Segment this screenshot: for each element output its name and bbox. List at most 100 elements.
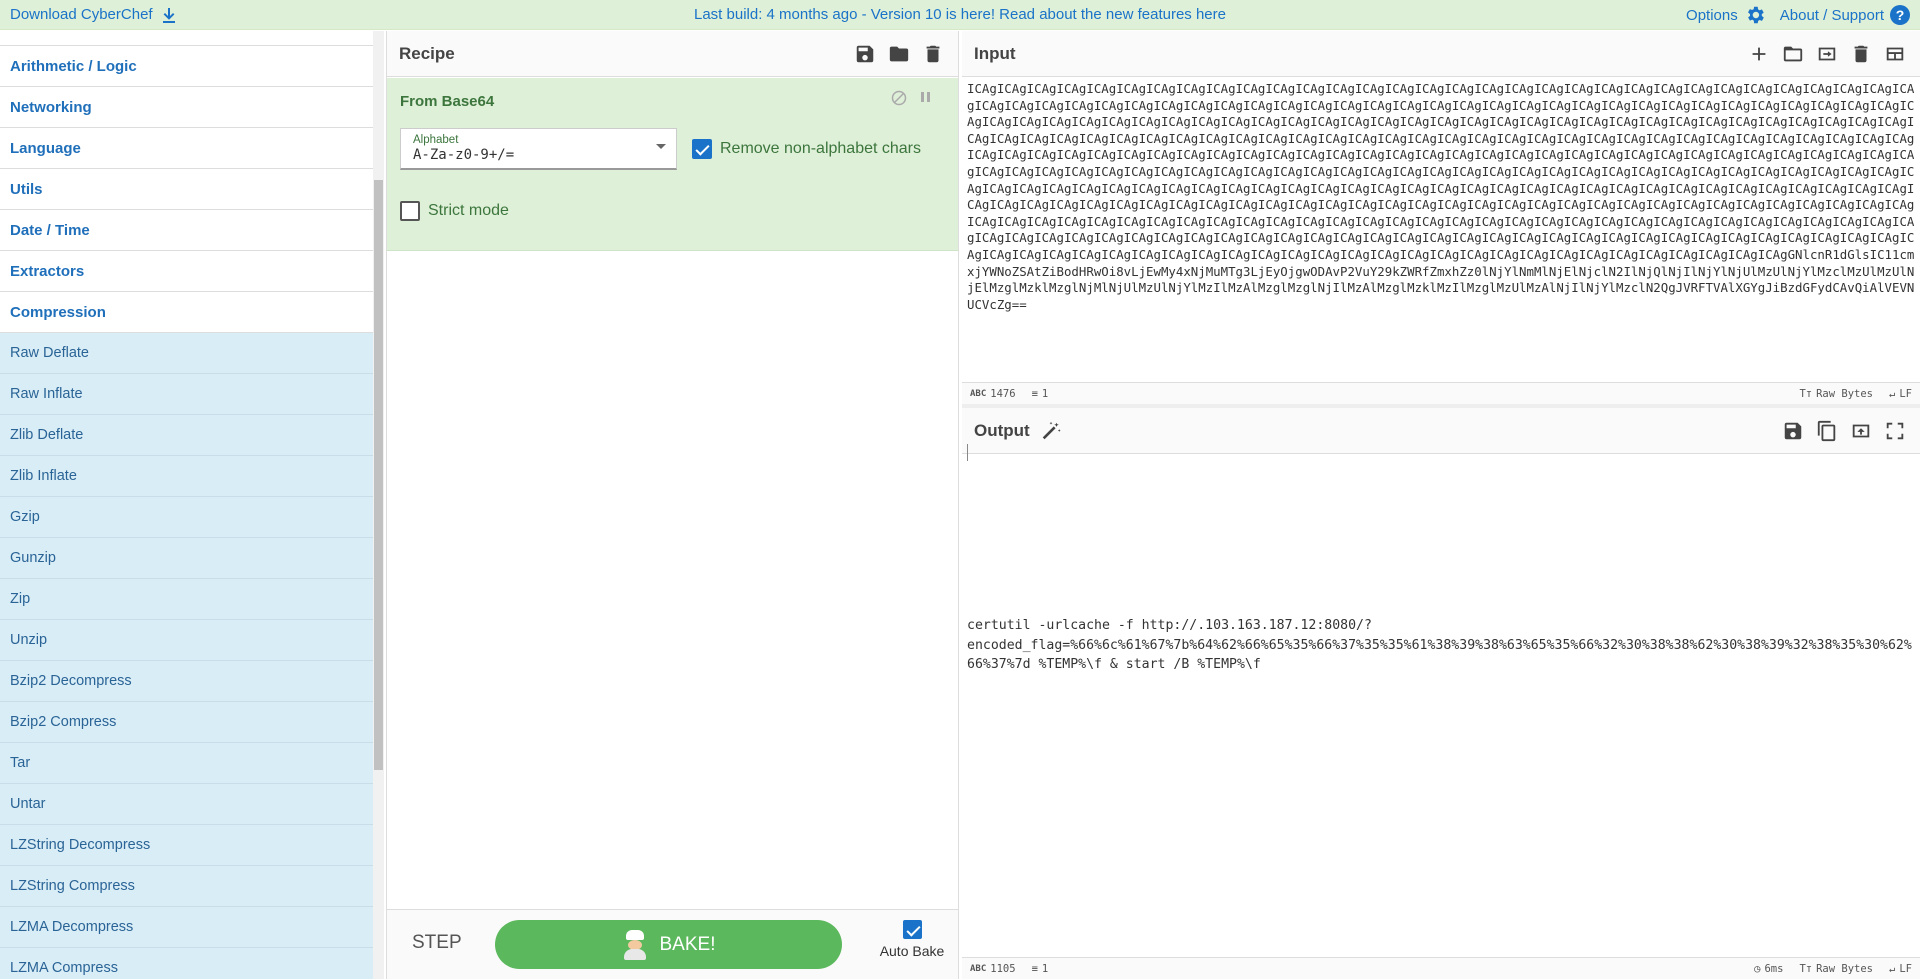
remove-nonalpha-checkbox[interactable]: Remove non-alphabet chars	[692, 139, 921, 159]
output-textarea[interactable]: certutil -urlcache -f http://.103.163.18…	[967, 616, 1915, 675]
operation-item[interactable]: Zlib Inflate	[0, 456, 373, 497]
output-status-bar: ABC 1105 ≡ 1 ◷ 6ms Tт Raw Bytes ↵ LF	[962, 957, 1920, 979]
help-icon: ?	[1890, 5, 1910, 25]
text-encoding-icon: Tт	[1799, 962, 1813, 975]
options-label[interactable]: Options	[1686, 7, 1738, 24]
alphabet-select[interactable]: Alphabet A-Za-z0-9+/=	[400, 128, 677, 170]
input-textarea[interactable]: ICAgICAgICAgICAgICAgICAgICAgICAgICAgICAg…	[967, 81, 1915, 381]
length-icon: ABC	[970, 388, 987, 399]
alphabet-value: A-Za-z0-9+/=	[413, 147, 515, 163]
save-recipe-icon[interactable]	[852, 41, 878, 67]
layout-icon[interactable]	[1882, 41, 1908, 67]
category-utils[interactable]: Utils	[0, 169, 373, 210]
recipe-header: Recipe	[387, 31, 958, 77]
input-pane: Input ICAgICAgICAgICAgICAgICAgICAgICAgIC…	[962, 31, 1920, 406]
checkbox-checked-icon[interactable]	[902, 920, 922, 939]
operation-item[interactable]: Zip	[0, 579, 373, 620]
output-encoding[interactable]: Raw Bytes	[1816, 963, 1873, 975]
chevron-down-icon	[656, 144, 666, 149]
operation-item[interactable]: Raw Inflate	[0, 374, 373, 415]
load-recipe-icon[interactable]	[886, 41, 912, 67]
checkbox-checked-icon[interactable]	[692, 139, 712, 159]
strict-mode-checkbox[interactable]: Strict mode	[400, 201, 509, 221]
from-base64-operation[interactable]: From Base64 Alphabet A-Za-z0-9+/= Remove…	[387, 78, 958, 251]
input-length: 1476	[990, 387, 1016, 400]
operation-item[interactable]: LZMA Compress	[0, 948, 373, 979]
maximize-icon[interactable]	[1882, 418, 1908, 444]
output-eol[interactable]: LF	[1899, 963, 1912, 975]
text-encoding-icon: Tт	[1799, 387, 1813, 400]
about-button[interactable]: About / Support ?	[1780, 5, 1910, 25]
category-compression[interactable]: Compression	[0, 292, 373, 333]
operation-item[interactable]: Tar	[0, 743, 373, 784]
input-title: Input	[974, 43, 1016, 63]
options-button[interactable]: Options	[1686, 4, 1766, 26]
gear-icon	[1747, 6, 1764, 24]
replace-input-icon[interactable]	[1848, 418, 1874, 444]
step-button[interactable]: STEP	[412, 932, 462, 954]
auto-bake-toggle[interactable]: Auto Bake	[872, 920, 952, 959]
operation-item[interactable]: LZMA Decompress	[0, 907, 373, 948]
add-tab-icon[interactable]	[1746, 41, 1772, 67]
operation-item[interactable]: Bzip2 Compress	[0, 702, 373, 743]
input-encoding-button[interactable]: Tт Raw Bytes	[1799, 388, 1873, 400]
operations-list: Arithmetic / Logic Networking Language U…	[0, 31, 373, 979]
operation-title: From Base64	[400, 93, 495, 110]
output-header: Output	[962, 408, 1920, 454]
operation-item[interactable]: Gunzip	[0, 538, 373, 579]
open-file-icon[interactable]	[1814, 41, 1840, 67]
output-eol-button[interactable]: ↵ LF	[1889, 963, 1912, 975]
bake-time: 6ms	[1764, 962, 1784, 975]
output-length: 1105	[990, 962, 1016, 975]
category-arithmetic-logic[interactable]: Arithmetic / Logic	[0, 46, 373, 87]
output-lines: 1	[1041, 962, 1049, 975]
open-folder-icon[interactable]	[1780, 41, 1806, 67]
bake-button[interactable]: BAKE!	[495, 920, 842, 969]
clock-icon: ◷	[1754, 962, 1761, 975]
lines-icon: ≡	[1031, 387, 1038, 400]
input-header: Input	[962, 31, 1920, 77]
input-encoding[interactable]: Raw Bytes	[1816, 388, 1873, 400]
operation-item[interactable]: LZString Compress	[0, 866, 373, 907]
build-notice[interactable]: Last build: 4 months ago - Version 10 is…	[0, 6, 1920, 23]
output-title: Output	[974, 420, 1030, 440]
operation-item[interactable]: Gzip	[0, 497, 373, 538]
eol-icon: ↵	[1889, 962, 1896, 975]
auto-bake-label: Auto Bake	[879, 943, 945, 959]
bake-label: BAKE!	[659, 933, 716, 955]
category-language[interactable]: Language	[0, 128, 373, 169]
copy-output-icon[interactable]	[1814, 418, 1840, 444]
category-networking[interactable]: Networking	[0, 87, 373, 128]
category-date-time[interactable]: Date / Time	[0, 210, 373, 251]
operations-scrollbar-thumb[interactable]	[374, 180, 383, 770]
pause-breakpoint-icon[interactable]	[919, 90, 933, 108]
recipe-title: Recipe	[399, 43, 455, 63]
input-status-bar: ABC 1476 ≡ 1 Tт Raw Bytes ↵ LF	[962, 382, 1920, 404]
checkbox-unchecked-icon[interactable]	[400, 201, 420, 221]
input-eol[interactable]: LF	[1899, 388, 1912, 400]
remove-nonalpha-label: Remove non-alphabet chars	[720, 140, 922, 157]
disable-operation-icon[interactable]	[891, 90, 907, 110]
operation-item[interactable]: Raw Deflate	[0, 333, 373, 374]
clear-recipe-icon[interactable]	[920, 41, 946, 67]
operation-item[interactable]: Bzip2 Decompress	[0, 661, 373, 702]
about-label[interactable]: About / Support	[1780, 7, 1884, 24]
magic-wand-icon[interactable]	[1038, 418, 1064, 444]
operation-item[interactable]: Untar	[0, 784, 373, 825]
output-encoding-button[interactable]: Tт Raw Bytes	[1799, 963, 1873, 975]
build-notice-link[interactable]: Last build: 4 months ago - Version 10 is…	[694, 6, 1226, 23]
save-output-icon[interactable]	[1780, 418, 1806, 444]
bake-bar: STEP BAKE! Auto Bake	[387, 909, 958, 979]
category-extractors[interactable]: Extractors	[0, 251, 373, 292]
input-eol-button[interactable]: ↵ LF	[1889, 388, 1912, 400]
operation-item[interactable]: Unzip	[0, 620, 373, 661]
alphabet-label: Alphabet	[413, 134, 459, 146]
operation-item[interactable]: LZString Decompress	[0, 825, 373, 866]
eol-icon: ↵	[1889, 387, 1896, 400]
chef-icon	[622, 929, 648, 960]
operation-item[interactable]: Zlib Deflate	[0, 415, 373, 456]
recipe-pane: Recipe From Base64 Alphabet A-Za-z0-9+/=…	[386, 31, 959, 979]
clear-input-icon[interactable]	[1848, 41, 1874, 67]
output-cursor	[967, 444, 968, 461]
top-banner: Download CyberChef Last build: 4 months …	[0, 0, 1920, 30]
